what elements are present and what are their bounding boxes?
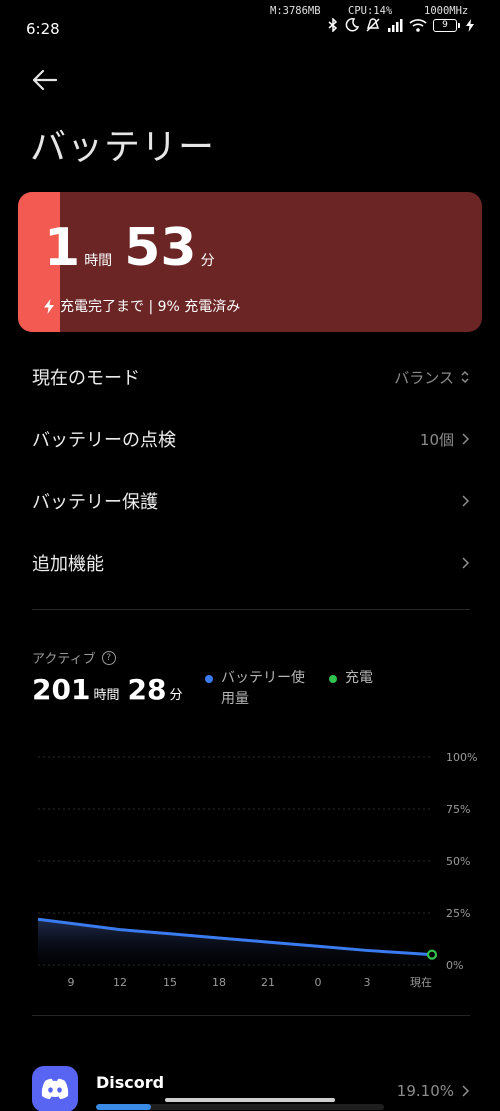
battery-status-card: 1 時間 53 分 充電完了まで | 9% 充電済み <box>18 192 482 332</box>
legend-label-charging: 充電 <box>345 670 373 686</box>
home-indicator[interactable] <box>165 1098 335 1102</box>
current-mode-row[interactable]: 現在のモード バランス <box>32 357 470 397</box>
moon-icon <box>345 18 359 32</box>
mute-icon <box>366 18 380 32</box>
active-label: アクティブ ? <box>32 648 116 667</box>
legend-label-usage: バッテリー使 用量 <box>221 670 305 707</box>
app-usage-percent: 19.10% <box>396 1082 454 1100</box>
y-tick-label: 75% <box>446 803 470 816</box>
x-tick-label: 15 <box>163 976 177 989</box>
legend-charging: 充電 <box>329 668 373 689</box>
chevron-right-icon <box>462 1085 470 1097</box>
y-tick-label: 100% <box>446 751 477 764</box>
bluetooth-icon <box>328 18 338 32</box>
current-mode-value: バランス <box>394 368 454 387</box>
y-tick-label: 25% <box>446 907 470 920</box>
x-tick-label: 3 <box>364 976 371 989</box>
charging-bolt-icon <box>466 18 474 32</box>
app-name: Discord <box>96 1073 165 1092</box>
app-usage-bar-fill <box>96 1104 151 1110</box>
battery-check-label: バッテリーの点検 <box>32 430 176 451</box>
up-down-chevron-icon <box>461 370 469 384</box>
app-usage-bar <box>96 1104 384 1110</box>
x-tick-label: 21 <box>261 976 275 989</box>
active-label-text: アクティブ <box>32 652 96 667</box>
chevron-right-icon <box>462 433 470 445</box>
legend-dot-charging <box>329 675 337 683</box>
battery-protection-row[interactable]: バッテリー保護 <box>32 481 470 521</box>
active-minutes-unit: 分 <box>169 688 183 703</box>
status-icons: 9 <box>327 18 474 32</box>
additional-features-row[interactable]: 追加機能 <box>32 543 470 583</box>
x-tick-label: 12 <box>113 976 127 989</box>
x-tick-label: 18 <box>212 976 226 989</box>
status-bar: 6:28 M:3786MB CPU:14% 1000MHz 9 <box>0 0 500 50</box>
x-tick-label: 0 <box>315 976 322 989</box>
battery-icon: 9 <box>433 18 460 32</box>
app-usage-row[interactable]: Discord 19.10% <box>32 1066 470 1111</box>
status-cpu: CPU:14% <box>348 5 393 17</box>
help-icon[interactable]: ? <box>101 650 116 665</box>
page-title: バッテリー <box>30 127 216 168</box>
current-mode-label: 現在のモード <box>32 368 140 389</box>
status-memory: M:3786MB <box>270 5 321 17</box>
wifi-icon <box>409 18 427 32</box>
current-charge-point <box>426 949 438 960</box>
charge-status: 充電完了まで | 9% 充電済み <box>44 296 240 316</box>
active-time: 201 時間 28 分 <box>32 676 190 704</box>
battery-check-value: 10個 <box>419 430 454 449</box>
status-time: 6:28 <box>26 20 60 38</box>
discord-icon <box>32 1066 78 1111</box>
battery-level: 9 <box>433 18 457 32</box>
x-tick-label: 9 <box>68 976 75 989</box>
minutes-value: 53 <box>124 218 197 278</box>
active-minutes-value: 28 <box>127 673 167 706</box>
x-tick-label: 現在 <box>410 976 432 989</box>
chevron-right-icon <box>462 557 470 569</box>
active-hours-value: 201 <box>32 673 91 706</box>
hours-unit: 時間 <box>84 253 113 269</box>
section-divider <box>32 1015 470 1016</box>
y-tick-label: 0% <box>446 959 463 972</box>
chevron-right-icon <box>462 495 470 507</box>
active-hours-unit: 時間 <box>93 688 120 703</box>
battery-protection-label: バッテリー保護 <box>32 492 158 513</box>
minutes-unit: 分 <box>200 253 215 269</box>
status-frequency: 1000MHz <box>424 5 469 17</box>
legend-dot-usage <box>205 675 213 683</box>
battery-check-row[interactable]: バッテリーの点検 10個 <box>32 419 470 459</box>
signal-icon <box>388 18 403 32</box>
hours-value: 1 <box>44 218 81 278</box>
charge-status-text: 充電完了まで | 9% 充電済み <box>60 299 241 315</box>
section-divider <box>32 609 470 610</box>
charging-bolt-icon <box>44 298 54 314</box>
back-arrow-icon[interactable] <box>30 66 60 94</box>
y-tick-label: 50% <box>446 855 470 868</box>
battery-usage-chart: 100% 75% 50% 25% 0% 9 12 15 18 21 0 3 現在 <box>37 751 477 989</box>
additional-features-label: 追加機能 <box>32 554 104 575</box>
legend-battery-usage: バッテリー使 用量 <box>205 668 305 710</box>
time-to-full: 1 時間 53 分 <box>44 222 227 274</box>
